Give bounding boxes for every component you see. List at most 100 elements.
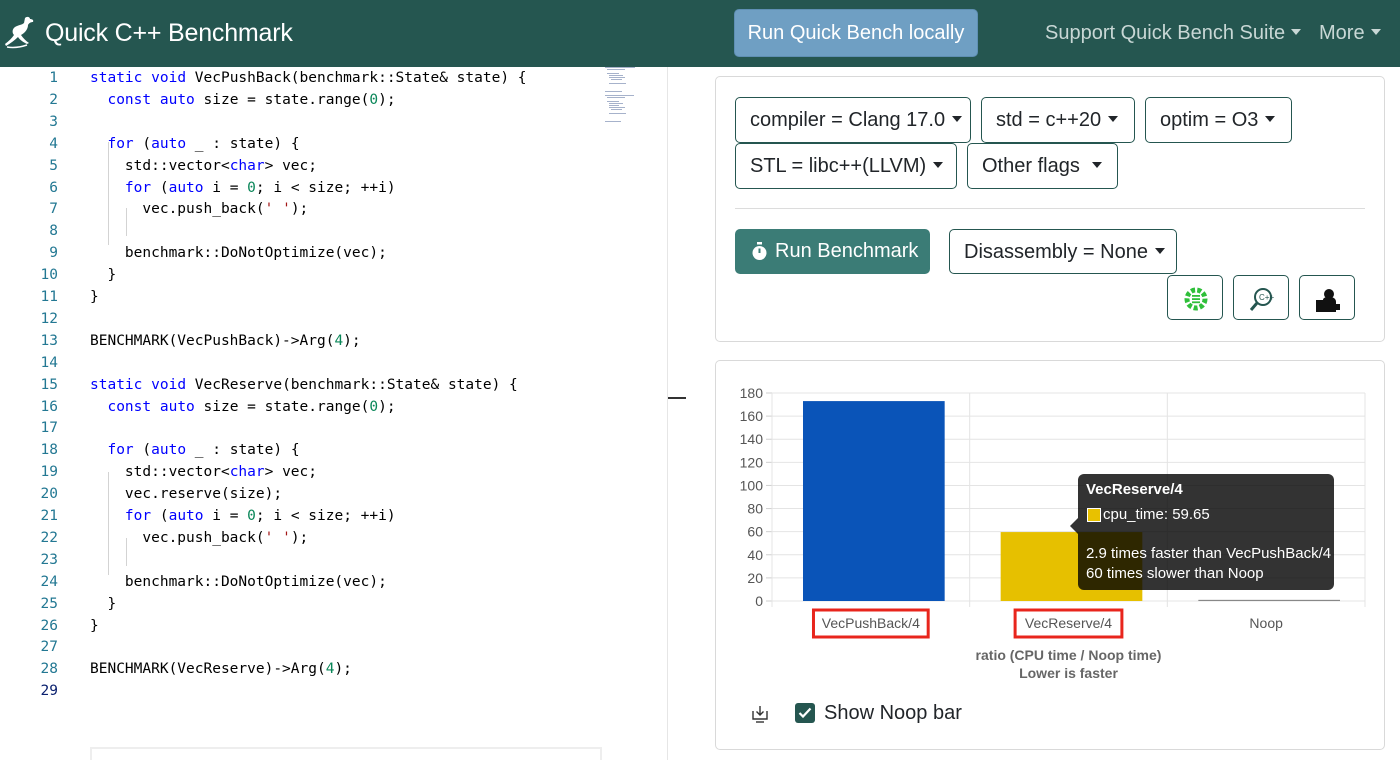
disassembly-label: Disassembly = None — [964, 241, 1148, 263]
code-text: BENCHMARK(VecPushBack)->Arg(4); — [90, 332, 361, 349]
code-text: BENCHMARK(VecReserve)->Arg(4); — [90, 661, 352, 678]
code-line[interactable]: 18 for (auto _ : state) { — [0, 439, 610, 461]
code-line[interactable]: 1 static void VecPushBack(benchmark::Stat… — [0, 67, 610, 89]
code-line[interactable]: 6 for (auto i = 0; i < size; ++i) — [0, 177, 610, 199]
build-bench-icon — [1316, 289, 1340, 312]
more-label: More — [1319, 22, 1365, 44]
other-flags-dropdown[interactable]: Other flags — [967, 143, 1118, 189]
code-line[interactable]: 24 benchmark::DoNotOptimize(vec); — [0, 571, 610, 593]
code-line[interactable]: 7 vec.push_back(' '); — [0, 198, 610, 220]
disassembly-dropdown[interactable]: Disassembly = None — [949, 229, 1177, 274]
bar-noop — [1198, 599, 1340, 601]
code-line[interactable]: 11} — [0, 286, 610, 308]
show-noop-checkbox[interactable] — [795, 703, 815, 723]
line-number: 13 — [40, 332, 58, 349]
code-text: for (auto i = 0; i < size; ++i) — [124, 179, 396, 196]
panel-resize-handle[interactable] — [668, 397, 686, 399]
optim-label: optim = O3 — [1160, 109, 1259, 131]
code-line[interactable]: 8 — [0, 220, 610, 242]
optim-dropdown[interactable]: optim = O3 — [1145, 97, 1292, 143]
y-tick-label: 120 — [740, 454, 764, 470]
line-number: 10 — [40, 267, 58, 284]
code-text: vec.push_back(' '); — [90, 201, 309, 218]
line-number: 24 — [40, 573, 58, 590]
code-line[interactable]: 15 static void VecReserve(benchmark::Stat… — [0, 374, 610, 396]
std-dropdown[interactable]: std = c++20 — [981, 97, 1135, 143]
line-number: 21 — [40, 508, 58, 524]
code-text: for (auto i = 0; i < size; ++i) — [124, 508, 396, 524]
code-text: for (auto _ : state) { — [107, 442, 300, 459]
line-number: 20 — [40, 486, 58, 503]
chevron-down-icon — [1154, 248, 1165, 254]
code-line[interactable]: 3 — [0, 111, 610, 133]
code-line[interactable]: 23 — [0, 549, 610, 571]
run-benchmark-button[interactable]: Run Benchmark — [735, 229, 930, 274]
cppinsights-icon — [1184, 287, 1208, 311]
line-number: 27 — [40, 639, 58, 656]
code-text: const auto size = state.range(0); — [107, 91, 396, 108]
stopwatch-icon — [752, 242, 767, 260]
code-text: for (auto _ : state) { — [107, 135, 300, 152]
code-text: } — [90, 267, 117, 284]
tooltip-color-swatch — [1087, 508, 1101, 522]
code-line[interactable]: 2 const auto size = state.range(0); — [0, 89, 610, 111]
tooltip-comparison-1: 2.9 times faster than VecPushBack/4 — [1086, 545, 1332, 562]
more-dropdown[interactable]: More — [1319, 22, 1381, 45]
code-line[interactable]: 4 for (auto _ : state) { — [0, 133, 610, 155]
y-tick-label: 80 — [747, 501, 763, 517]
line-number: 5 — [49, 157, 58, 174]
chevron-down-icon — [1091, 162, 1102, 168]
x-category-label: VecPushBack/4 — [822, 615, 920, 631]
y-tick-label: 140 — [740, 431, 764, 447]
support-dropdown[interactable]: Support Quick Bench Suite — [1045, 22, 1302, 45]
code-line[interactable]: 27 — [0, 636, 610, 658]
code-line[interactable]: 20 vec.reserve(size); — [0, 483, 610, 505]
cppinsights-button[interactable] — [1167, 275, 1223, 320]
code-line[interactable]: 28 BENCHMARK(VecReserve)->Arg(4); — [0, 658, 610, 680]
line-number: 22 — [40, 529, 58, 546]
other-flags-label: Other flags — [982, 155, 1080, 177]
tooltip-comparison-2: 60 times slower than Noop — [1086, 565, 1264, 582]
chevron-down-icon — [1108, 116, 1119, 122]
run-benchmark-label: Run Benchmark — [775, 240, 919, 262]
indent-guide — [108, 142, 109, 245]
code-line[interactable]: 25 } — [0, 593, 610, 615]
code-line[interactable]: 22 vec.push_back(' '); — [0, 527, 610, 549]
run-locally-button[interactable]: Run Quick Bench locally — [734, 9, 978, 57]
editor-minimap[interactable] — [605, 67, 657, 123]
code-line[interactable]: 19 std::vector<char> vec; — [0, 461, 610, 483]
code-line[interactable]: 12 — [0, 308, 610, 330]
line-number: 4 — [49, 135, 58, 152]
compiler-dropdown[interactable]: compiler = Clang 17.0 — [735, 97, 971, 143]
code-line[interactable]: 13 BENCHMARK(VecPushBack)->Arg(4); — [0, 330, 610, 352]
kangaroo-logo-icon[interactable] — [3, 14, 37, 54]
tooltip-value: cpu_time: 59.65 — [1103, 506, 1210, 523]
build-bench-button[interactable] — [1299, 275, 1355, 320]
code-line[interactable]: 16 const auto size = state.range(0); — [0, 396, 610, 418]
svg-text:C++: C++ — [1259, 293, 1274, 302]
code-line[interactable]: 10 } — [0, 264, 610, 286]
code-line[interactable]: 17 — [0, 417, 610, 439]
brand-title[interactable]: Quick C++ Benchmark — [45, 19, 293, 48]
code-line[interactable]: 5 std::vector<char> vec; — [0, 155, 610, 177]
code-text: vec.push_back(' '); — [90, 529, 309, 546]
y-tick-label: 100 — [740, 477, 764, 493]
line-number: 6 — [49, 179, 58, 196]
code-line[interactable]: 21 for (auto i = 0; i < size; ++i) — [0, 505, 610, 527]
bar-vecpushback-4 — [803, 401, 945, 601]
compiler-explorer-button[interactable]: C++ — [1233, 275, 1289, 320]
indent-guide — [126, 538, 127, 566]
code-editor[interactable]: 1 static void VecPushBack(benchmark::Stat… — [0, 67, 668, 760]
code-line[interactable]: 26} — [0, 615, 610, 637]
chevron-down-icon — [1291, 29, 1302, 35]
line-number: 14 — [40, 354, 58, 371]
download-icon[interactable] — [750, 703, 770, 723]
tooltip-arrow — [1070, 518, 1078, 534]
line-number: 28 — [40, 661, 58, 678]
code-line[interactable]: 29 — [0, 680, 610, 702]
code-line[interactable]: 14 — [0, 352, 610, 374]
code-line[interactable]: 9 benchmark::DoNotOptimize(vec); — [0, 242, 610, 264]
stl-dropdown[interactable]: STL = libc++(LLVM) — [735, 143, 957, 189]
chevron-down-icon — [933, 162, 944, 168]
line-number: 17 — [40, 420, 58, 437]
